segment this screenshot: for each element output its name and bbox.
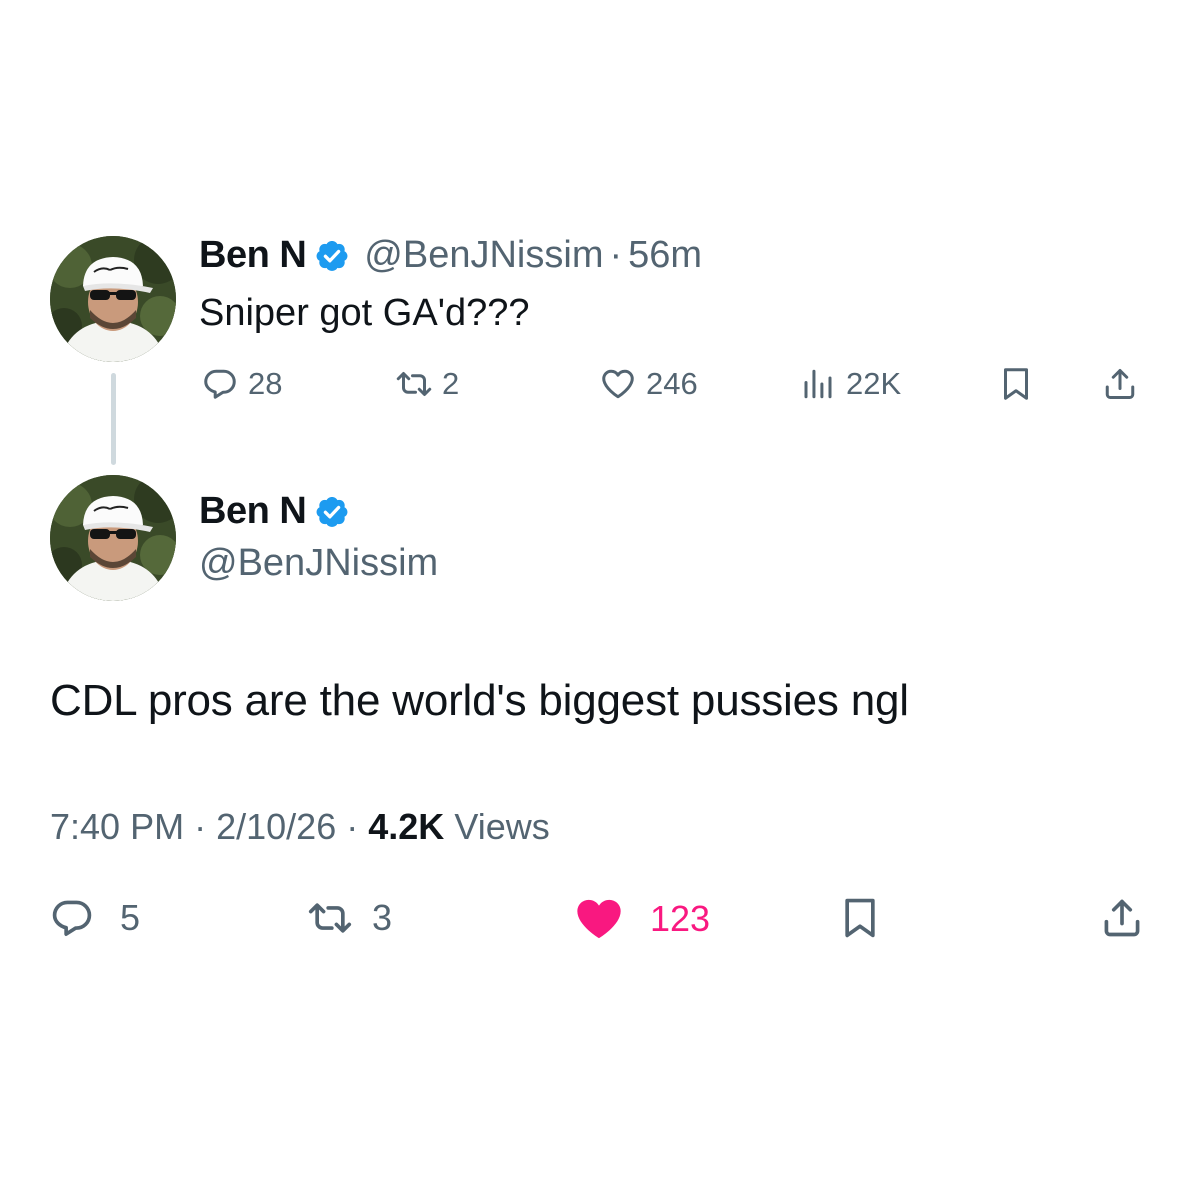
parent-views-count: 22K xyxy=(846,366,902,401)
thread-connector-line xyxy=(111,373,116,465)
parent-timestamp[interactable]: 56m xyxy=(628,234,702,277)
main-like-button[interactable]: 123 xyxy=(574,894,710,944)
main-reply-button[interactable]: 5 xyxy=(50,896,140,940)
profile-photo-image xyxy=(50,236,176,362)
main-like-count: 123 xyxy=(650,898,711,939)
main-reply-count: 5 xyxy=(120,897,141,938)
parent-repost-count: 2 xyxy=(442,366,460,401)
main-share-button[interactable] xyxy=(1100,896,1144,940)
separator-dot: · xyxy=(346,806,359,847)
main-bookmark-button[interactable] xyxy=(838,896,882,940)
parent-header: Ben N @BenJNissim · 56m xyxy=(199,234,702,277)
parent-repost-button[interactable]: 2 xyxy=(396,366,459,402)
verified-badge-icon[interactable] xyxy=(314,494,350,530)
bookmark-icon xyxy=(838,896,882,940)
repost-icon xyxy=(396,366,432,402)
main-avatar[interactable] xyxy=(50,475,176,601)
share-icon xyxy=(1100,896,1144,940)
heart-icon xyxy=(600,366,636,402)
profile-photo-image xyxy=(50,475,176,601)
main-repost-button[interactable]: 3 xyxy=(308,896,392,940)
verified-badge-icon[interactable] xyxy=(314,238,350,274)
heart-filled-icon xyxy=(574,894,624,944)
main-tweet-text: CDL pros are the world's biggest pussies… xyxy=(50,676,909,725)
main-handle[interactable]: @BenJNissim xyxy=(199,542,438,585)
parent-reply-count: 28 xyxy=(248,366,283,401)
parent-views-button[interactable]: 22K xyxy=(800,366,901,402)
views-label: Views xyxy=(454,806,550,847)
parent-reply-button[interactable]: 28 xyxy=(202,366,282,402)
tweet-meta: 7:40 PM · 2/10/26 · 4.2K Views xyxy=(50,806,550,848)
main-repost-count: 3 xyxy=(372,897,393,938)
share-icon xyxy=(1102,366,1138,402)
reply-icon xyxy=(50,896,94,940)
parent-display-name[interactable]: Ben N xyxy=(199,234,307,277)
bookmark-icon xyxy=(998,366,1034,402)
tweet-thread-screenshot: Ben N @BenJNissim · 56m Sniper got GA'd?… xyxy=(0,0,1200,1200)
parent-handle[interactable]: @BenJNissim xyxy=(364,234,603,277)
tweet-time[interactable]: 7:40 PM xyxy=(50,806,184,847)
separator-dot: · xyxy=(194,806,207,847)
parent-share-button[interactable] xyxy=(1102,366,1138,402)
analytics-icon xyxy=(800,366,836,402)
main-display-name[interactable]: Ben N xyxy=(199,490,307,533)
reply-icon xyxy=(202,366,238,402)
parent-like-button[interactable]: 246 xyxy=(600,366,698,402)
main-header: Ben N xyxy=(199,490,364,533)
views-count[interactable]: 4.2K xyxy=(368,806,444,847)
parent-tweet-text: Sniper got GA'd??? xyxy=(199,292,530,334)
repost-icon xyxy=(308,896,352,940)
tweet-date[interactable]: 2/10/26 xyxy=(216,806,336,847)
separator-dot: · xyxy=(609,234,623,276)
parent-avatar[interactable] xyxy=(50,236,176,362)
parent-bookmark-button[interactable] xyxy=(998,366,1034,402)
parent-like-count: 246 xyxy=(646,366,698,401)
